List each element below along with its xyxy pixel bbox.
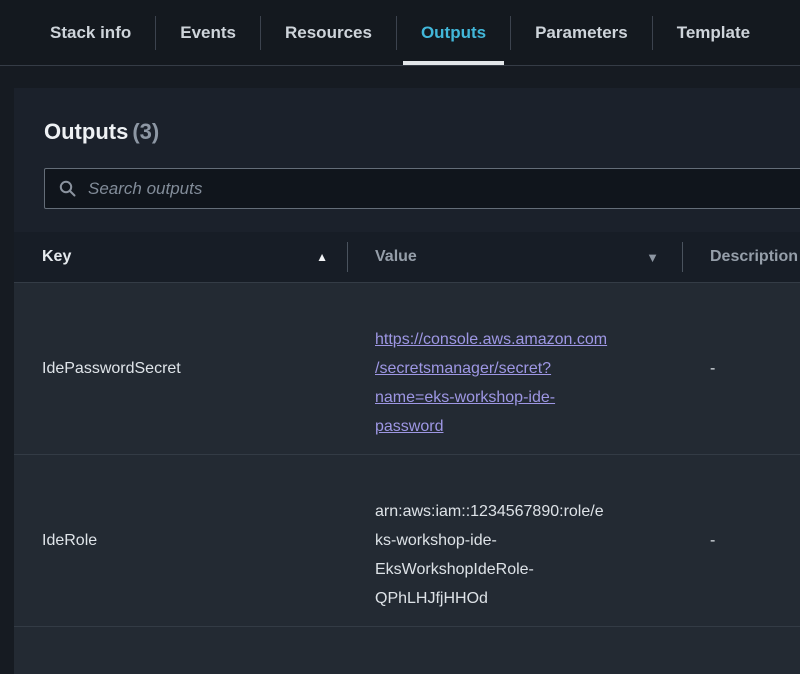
- output-description: -: [683, 532, 800, 550]
- outputs-panel: Outputs(3) Key ▲ Value ▼ Description Ide…: [14, 88, 800, 674]
- tab-resources[interactable]: Resources: [267, 0, 390, 65]
- tab-label: Template: [677, 23, 750, 43]
- tab-label: Resources: [285, 23, 372, 43]
- tab-events[interactable]: Events: [162, 0, 254, 65]
- tab-divider: [155, 16, 156, 50]
- tab-label: Events: [180, 23, 236, 43]
- tab-outputs[interactable]: Outputs: [403, 0, 504, 65]
- stack-detail-tab-bar: Stack info Events Resources Outputs Para…: [0, 0, 800, 66]
- output-key: IdeRole: [14, 532, 348, 550]
- output-key: IdePasswordSecret: [14, 360, 348, 378]
- panel-title-text: Outputs: [44, 119, 128, 144]
- output-value: arn:aws:iam::1234567890:role/e ks-worksh…: [348, 455, 683, 626]
- tab-divider: [260, 16, 261, 50]
- search-icon: [58, 179, 77, 198]
- output-value-text: arn:aws:iam::1234567890:role/e ks-worksh…: [375, 503, 604, 607]
- tab-divider: [510, 16, 511, 50]
- sort-ascending-icon[interactable]: ▲: [316, 251, 328, 263]
- table-row: IdeRole arn:aws:iam::1234567890:role/e k…: [14, 455, 800, 627]
- column-label: Key: [42, 248, 71, 266]
- tab-label: Outputs: [421, 23, 486, 43]
- output-value-link[interactable]: https://console.aws.amazon.com /secretsm…: [375, 331, 607, 435]
- output-description: -: [683, 360, 800, 378]
- tab-template[interactable]: Template: [659, 0, 768, 65]
- tab-stack-info[interactable]: Stack info: [32, 0, 149, 65]
- panel-item-count: (3): [132, 119, 159, 144]
- table-row: IdePasswordSecret https://console.aws.am…: [14, 283, 800, 455]
- column-label: Description: [710, 248, 798, 266]
- outputs-panel-header: Outputs(3): [14, 88, 800, 232]
- column-header-value[interactable]: Value ▼: [348, 232, 683, 282]
- panel-title: Outputs(3): [44, 118, 800, 146]
- sort-descending-icon[interactable]: ▼: [646, 251, 659, 264]
- tab-divider: [396, 16, 397, 50]
- output-value: https://d2cm17mep53jml.cloudf ront.net: [348, 627, 683, 674]
- tab-label: Parameters: [535, 23, 628, 43]
- outputs-table-header: Key ▲ Value ▼ Description: [14, 232, 800, 283]
- column-label: Value: [375, 248, 417, 266]
- search-outputs-box[interactable]: [44, 168, 800, 209]
- column-header-key[interactable]: Key ▲: [14, 232, 348, 282]
- tab-label: Stack info: [50, 23, 131, 43]
- table-row: IdeUrl https://d2cm17mep53jml.cloudf ron…: [14, 627, 800, 674]
- column-header-description: Description: [683, 232, 800, 282]
- output-value: https://console.aws.amazon.com /secretsm…: [348, 283, 683, 454]
- tab-divider: [652, 16, 653, 50]
- search-input[interactable]: [88, 179, 800, 199]
- tab-parameters[interactable]: Parameters: [517, 0, 646, 65]
